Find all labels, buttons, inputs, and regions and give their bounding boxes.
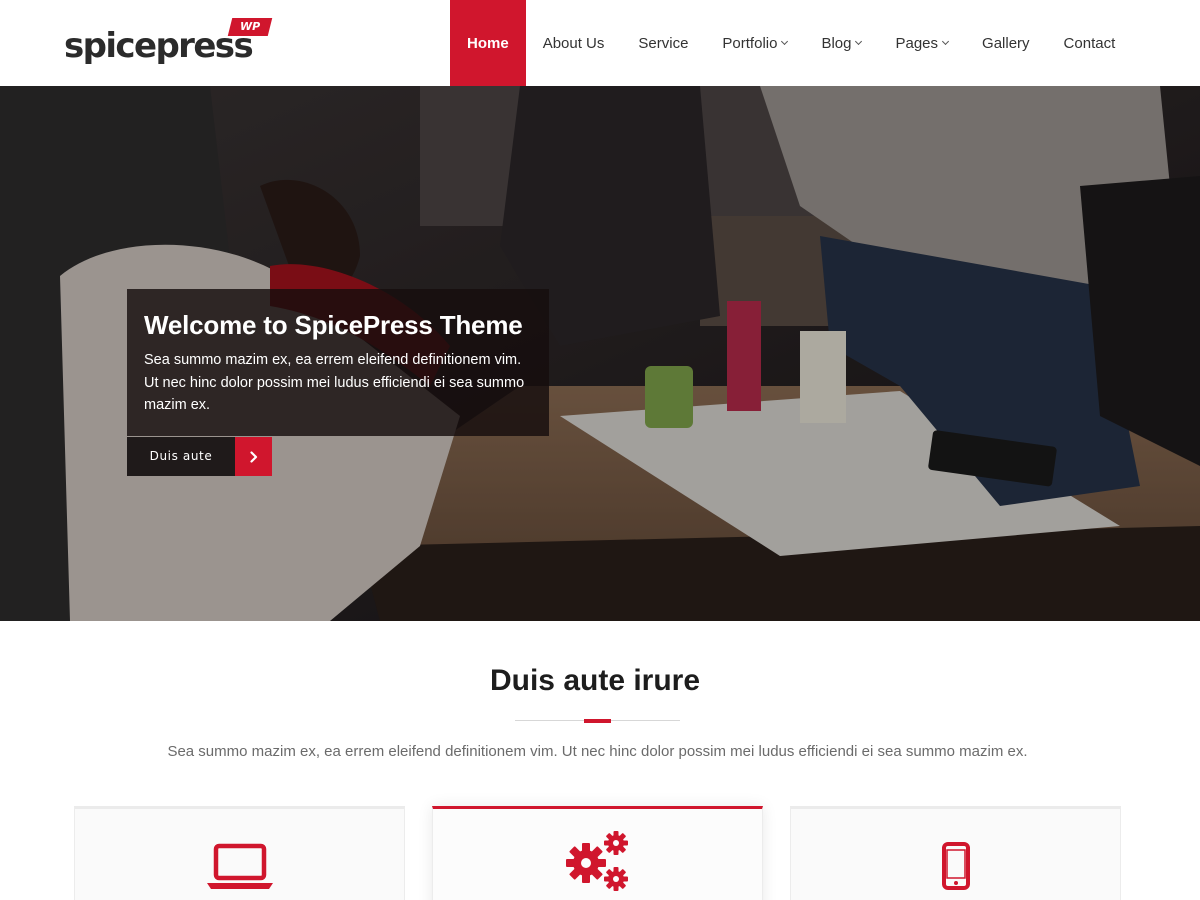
nav-item-home[interactable]: Home: [450, 0, 526, 86]
chevron-right-icon: [235, 437, 272, 476]
chevron-down-icon: [941, 37, 950, 45]
chevron-down-icon: [781, 37, 789, 45]
nav-item-pages[interactable]: Pages: [878, 0, 965, 86]
gears-icon: [565, 831, 628, 891]
logo-badge: WP: [227, 18, 273, 36]
hero-cta-label: Duis aute: [127, 437, 235, 476]
section-description: Sea summo mazim ex, ea errem eleifend de…: [167, 743, 1028, 760]
hero-description: Sea summo mazim ex, ea errem eleifend de…: [144, 352, 525, 413]
section-title: Duis aute irure: [489, 664, 701, 697]
hero-slider: Welcome to SpicePress Theme Sea summo ma…: [0, 86, 1200, 621]
hero-caption: Welcome to SpicePress Theme Sea summo ma…: [127, 289, 549, 436]
site-logo[interactable]: spicepress WP: [64, 14, 279, 68]
hero-cta-button[interactable]: Duis aute: [127, 437, 272, 476]
nav-item-gallery[interactable]: Gallery: [965, 0, 1047, 86]
nav-item-about-us[interactable]: About Us: [526, 0, 622, 86]
hero-title: Welcome to SpicePress Theme: [144, 310, 523, 340]
service-card[interactable]: [74, 806, 405, 900]
section-divider-accent: [584, 719, 611, 723]
nav-item-portfolio[interactable]: Portfolio: [705, 0, 804, 86]
nav-item-blog[interactable]: Blog: [804, 0, 878, 86]
site-header: spicepress WP Home About Us Service Port…: [0, 0, 1200, 86]
laptop-icon: [206, 843, 273, 889]
service-card[interactable]: [790, 806, 1121, 900]
logo-wordmark: spicepress: [64, 26, 254, 66]
nav-item-service[interactable]: Service: [621, 0, 705, 86]
nav-item-contact[interactable]: Contact: [1047, 0, 1133, 86]
mobile-phone-icon: [941, 842, 970, 890]
main-nav: Home About Us Service Portfolio Blog Pag…: [450, 0, 1132, 86]
service-card-featured[interactable]: [432, 806, 763, 900]
chevron-down-icon: [855, 37, 863, 45]
